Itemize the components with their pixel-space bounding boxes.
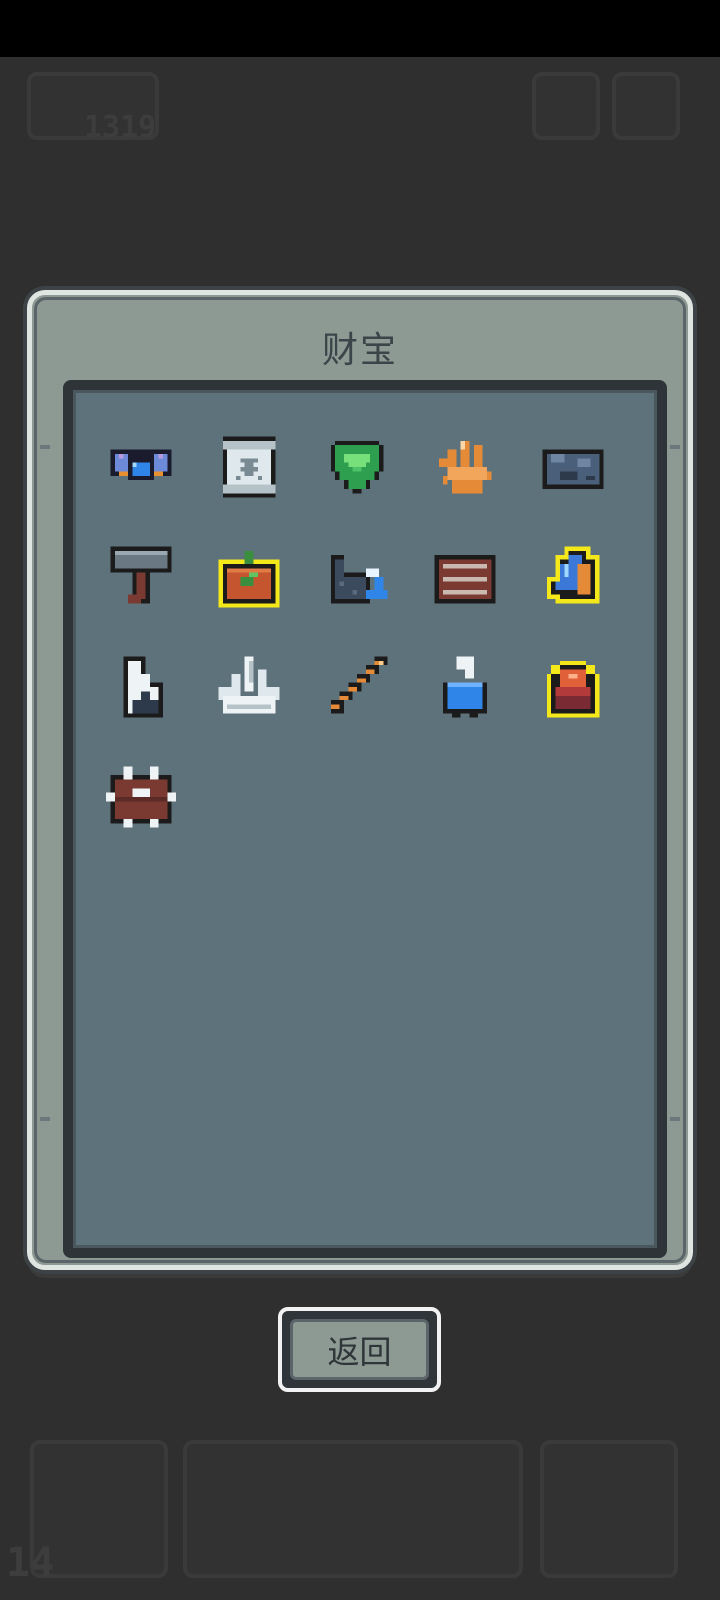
blue-crystal-icon <box>546 546 600 604</box>
treasure-slot[interactable] <box>322 432 392 502</box>
snow-rock-icon <box>123 656 163 718</box>
orange-coral-icon <box>438 440 492 494</box>
status-bar <box>0 0 720 57</box>
back-button[interactable]: 返回 <box>278 1307 441 1392</box>
treasure-slot[interactable] <box>322 652 392 722</box>
treasure-slot[interactable] <box>430 652 500 722</box>
spiked-barrel-icon <box>106 766 176 828</box>
treasure-slot[interactable] <box>430 432 500 502</box>
treasure-slot[interactable] <box>106 762 176 832</box>
menu-button-bg <box>532 72 600 140</box>
back-button-face: 返回 <box>290 1319 429 1380</box>
ice-crystal-icon <box>218 656 280 714</box>
treasure-slot[interactable] <box>214 542 284 612</box>
treasure-slot[interactable] <box>430 542 500 612</box>
treasure-dialog: 财宝 <box>27 290 693 1270</box>
dialog-notch <box>670 445 680 449</box>
treasure-slot[interactable] <box>106 652 176 722</box>
red-dome-icon <box>546 660 600 718</box>
back-button-label: 返回 <box>327 1332 392 1371</box>
treasure-slot[interactable] <box>538 432 608 502</box>
wave-wall-icon <box>330 555 388 604</box>
treasure-slot[interactable] <box>106 542 176 612</box>
bottom-center-slot <box>183 1440 523 1578</box>
dialog-notch <box>40 1117 50 1121</box>
treasure-panel <box>63 380 667 1258</box>
treasure-slot[interactable] <box>538 542 608 612</box>
wooden-stick-icon <box>330 656 388 714</box>
coin-count: 1319 <box>84 110 157 145</box>
blue-bottle-icon <box>443 656 487 718</box>
settings-button-bg <box>612 72 680 140</box>
seedling-crate-icon <box>218 550 280 608</box>
bottom-right-slot <box>540 1440 678 1578</box>
treasure-slot[interactable] <box>106 432 176 502</box>
dialog-notch <box>670 1117 680 1121</box>
dialog-notch <box>40 445 50 449</box>
dark-ore-icon <box>542 449 604 489</box>
level-count: 14 <box>6 1540 55 1586</box>
stone-hammer-icon <box>110 546 172 604</box>
treasure-slot[interactable] <box>322 542 392 612</box>
wooden-chest-icon <box>434 555 496 604</box>
treasure-slot[interactable] <box>214 432 284 502</box>
dialog-title: 财宝 <box>321 330 398 371</box>
blue-goggles-icon <box>110 449 172 481</box>
game-screen: 1319 14 财宝 返回 <box>0 0 720 1600</box>
treasure-slot[interactable] <box>214 652 284 722</box>
treasure-slot[interactable] <box>538 652 608 722</box>
skull-scroll-icon <box>222 436 276 498</box>
green-gem-icon <box>330 440 384 494</box>
